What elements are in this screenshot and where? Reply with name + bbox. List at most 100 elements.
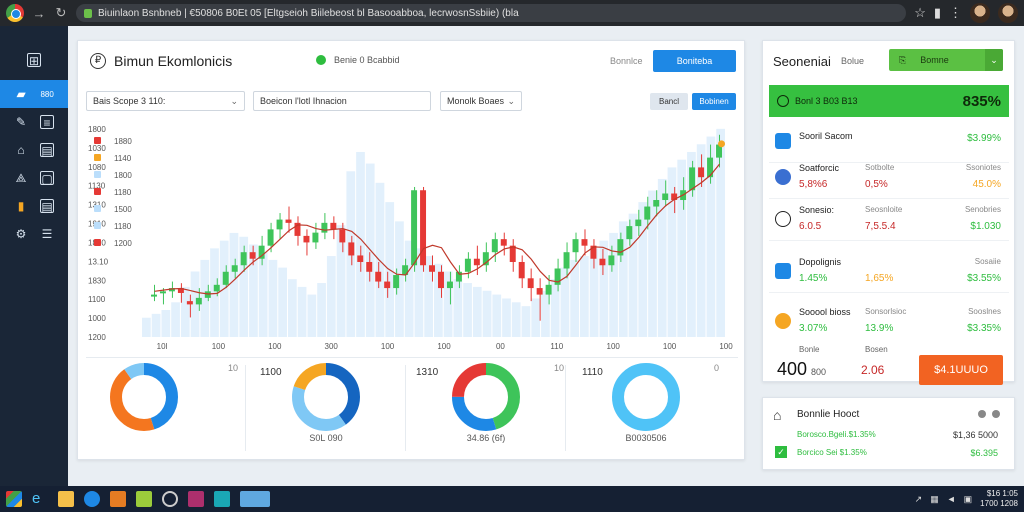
donut-panel-2: 1100 34.86 (6f) — [246, 361, 505, 457]
sidebar-item-settings[interactable]: ⚙ ☰ — [0, 220, 68, 248]
volume-bar — [492, 294, 502, 337]
volume-bar — [171, 302, 180, 337]
refresh-icon[interactable]: ↻ — [54, 5, 68, 21]
volume-bar — [463, 283, 472, 337]
sidebar-item-grid[interactable]: ⊞ — [0, 46, 68, 74]
chevron-down-icon[interactable]: ⌄ — [985, 49, 1003, 71]
info-icon — [777, 95, 789, 107]
settings-icon: ⚙ — [15, 227, 27, 241]
book-icon[interactable] — [136, 491, 152, 507]
x-tick-label: 100 — [719, 342, 733, 351]
footer-header: Bosen — [865, 345, 888, 354]
network-icon[interactable]: ▦ — [930, 494, 939, 505]
candle-body — [644, 206, 651, 220]
sidebar: ⊞ ▰ 880 ✎ ≡ ⌂ ▤ ⟁ ▢ ▮ ▤ ⚙ ☰ — [0, 26, 68, 486]
paint-icon[interactable] — [214, 491, 230, 507]
legend-label: 1500 — [114, 205, 132, 214]
footer-mid-value: 2.06 — [861, 363, 885, 377]
candle-body — [662, 193, 669, 201]
card-controls[interactable] — [978, 410, 1000, 418]
candle-body — [545, 284, 552, 295]
filter-input[interactable]: Boeicon l'lotl Ihnacion — [253, 91, 431, 111]
menu-icon[interactable]: ⋮ — [949, 5, 962, 21]
apply-button[interactable]: Bobinen — [692, 93, 736, 110]
terminal-icon[interactable] — [188, 491, 204, 507]
check-icon[interactable]: ✓ — [775, 446, 787, 458]
list-item-value: 45.0% — [972, 179, 1001, 190]
volume-bar — [307, 294, 317, 337]
y-tick-label: 1100 — [88, 295, 106, 304]
cancel-button[interactable]: Bancl — [650, 93, 688, 110]
bookmark-icon[interactable]: ▮ — [934, 5, 941, 21]
volume-bar — [716, 128, 725, 337]
secondary-card: ⌂ Bonnlie Hooct Borosco.Bgeli.$1.35% $1,… — [762, 397, 1015, 470]
sidebar-item-lock[interactable]: ⌂ ▤ — [0, 136, 68, 164]
list-icon: ≡ — [40, 115, 54, 130]
footer-cta-button[interactable]: $4.1UUUO — [919, 355, 1003, 385]
folder-icon[interactable] — [58, 491, 74, 507]
chevron-down-icon: ⌄ — [230, 95, 238, 106]
volume-bar — [453, 279, 463, 337]
legend-swatch — [94, 205, 101, 212]
sidebar-item-chart[interactable]: ⟁ ▢ — [0, 164, 68, 192]
avatar[interactable] — [970, 3, 990, 23]
candle-body — [222, 271, 229, 285]
settings-icon[interactable] — [978, 410, 986, 418]
market-overview-card: ₽ Bimun Ekomlonicis Benie 0 Bcabbid Bonn… — [77, 40, 825, 460]
store-icon[interactable] — [110, 491, 126, 507]
clock[interactable]: $16 1:05 1700 1208 — [980, 489, 1018, 509]
donut-mini-label: 10 — [554, 363, 565, 373]
list-item[interactable]: Sooril Sacom $3.99% — [769, 123, 1009, 163]
arrow-icon[interactable]: ↗ — [915, 494, 923, 505]
donut-mini-label: 10 — [228, 363, 239, 373]
candle-body — [473, 258, 480, 266]
scope-select[interactable]: Bais Scope 3 110: ⌄ — [86, 91, 245, 111]
x-tick-label: 100 — [212, 342, 226, 351]
chrome-logo-icon[interactable] — [6, 4, 24, 22]
volume-icon[interactable]: ◄ — [947, 494, 956, 504]
avatar-secondary[interactable] — [998, 3, 1018, 23]
list-item[interactable]: Sooool bioss 3.07% Sonsorlsioc 13.9% Soo… — [769, 303, 1009, 343]
sidebar-item-folder[interactable]: ▮ ▤ — [0, 192, 68, 220]
primary-button[interactable]: Boniteba — [653, 50, 736, 72]
list-item[interactable]: Soatforcic 5,8%6 Sotbolte 0,5% Ssoniotes… — [769, 159, 1009, 199]
list-item[interactable]: Dopolignis 1.45% 1,65% Sosaiie $3.55% — [769, 253, 1009, 293]
status-text: Benie 0 Bcabbid — [334, 55, 400, 65]
sidebar-item-edit[interactable]: ✎ ≡ — [0, 108, 68, 136]
candle-body — [276, 219, 283, 230]
summary-action-label: Bomne — [920, 55, 949, 65]
candle-body — [393, 275, 400, 289]
candle-body — [536, 288, 543, 295]
star-icon[interactable]: ☆ — [914, 5, 926, 21]
back-icon[interactable]: → — [32, 6, 46, 21]
doc-icon: ▤ — [40, 143, 54, 158]
sidebar-item-book[interactable]: ▰ 880 — [0, 80, 68, 108]
mode-select[interactable]: Monolk Boaes ⌄ — [440, 91, 522, 111]
candle-body — [491, 239, 498, 253]
windows-start-icon[interactable] — [6, 491, 22, 507]
summary-title: Seoneniai — [773, 54, 831, 69]
chart-icon: ⟁ — [15, 171, 27, 185]
volume-bar — [180, 286, 190, 337]
location-icon — [775, 169, 791, 185]
list-item-value: $3.99% — [967, 133, 1001, 144]
list-item-value: 6.0.5 — [799, 221, 822, 232]
media-icon[interactable] — [84, 491, 100, 507]
list-item-header: Sosaiie — [974, 257, 1001, 266]
coin-icon — [775, 313, 791, 329]
card-line-left: Borosco.Bgeli.$1.35% — [797, 430, 876, 439]
close-icon[interactable] — [992, 410, 1000, 418]
candle-body — [626, 226, 633, 240]
list-item-value: 1,65% — [865, 273, 894, 284]
list-item[interactable]: Sonesio: 6.0.5 Seosnloite 7,5.5.4 Senobr… — [769, 201, 1009, 241]
volume-bar — [609, 232, 618, 337]
active-app-icon[interactable] — [240, 491, 270, 507]
chrome-icon[interactable] — [162, 491, 178, 507]
y-tick-label: 1080 — [88, 163, 106, 172]
ie-icon[interactable]: e — [32, 491, 48, 507]
chat-icon[interactable]: ▣ — [964, 494, 973, 505]
secondary-link[interactable]: Bonnlce — [610, 56, 643, 66]
summary-action-button[interactable]: ⎘ Bomne ⌄ — [889, 49, 1003, 71]
card-line-left: Borcico Sei $1.35% — [797, 448, 867, 457]
address-bar[interactable]: Biuinlaon Bsnbneb | €50806 B0Et 05 [Eltg… — [76, 4, 907, 22]
